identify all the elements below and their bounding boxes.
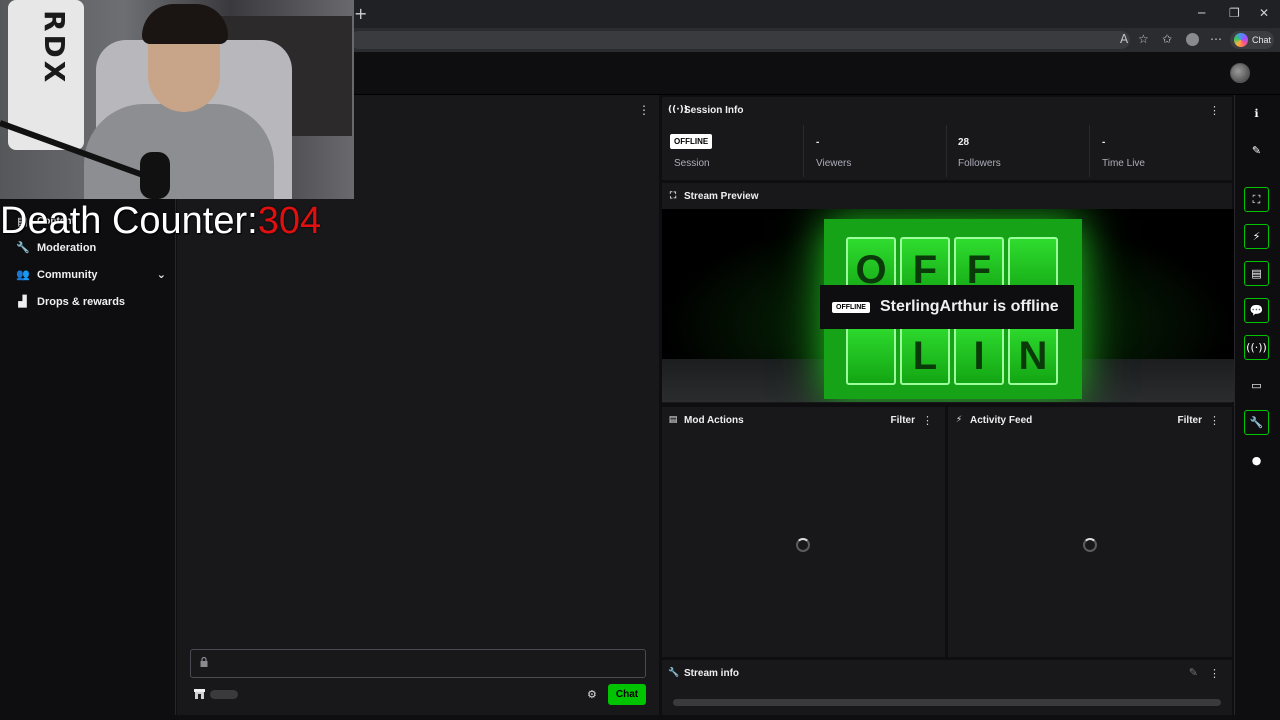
panel-title: Session Info — [684, 104, 744, 116]
mod-actions-panel: ▤ Mod Actions Filter ⋮ — [662, 407, 945, 657]
status-badge: OFFLINE — [670, 134, 713, 149]
panel-title: Stream Preview — [684, 190, 759, 202]
offline-badge: OFFLINE — [832, 301, 870, 313]
followers-stat: 28 Followers — [946, 125, 1089, 177]
loading-spinner-icon — [1083, 538, 1097, 552]
store-icon[interactable] — [194, 688, 205, 699]
profile-icon[interactable] — [1186, 33, 1199, 46]
clip-icon[interactable]: ⛶ — [1244, 187, 1269, 212]
copilot-label: Chat — [1252, 35, 1272, 45]
wrench-icon[interactable]: 🔧 — [1244, 410, 1269, 435]
lightning-icon: ⚡ — [955, 415, 963, 425]
edit-icon[interactable]: ✎ — [1244, 138, 1269, 163]
webcam-person-hair — [142, 4, 228, 44]
new-tab-icon[interactable]: + — [354, 4, 367, 23]
chat-more-icon[interactable]: ⋮ — [638, 103, 650, 117]
activity-feed-filter-button[interactable]: Filter — [1178, 415, 1202, 426]
favorites-list-icon[interactable]: ✩ — [1162, 32, 1172, 46]
offline-message: SterlingArthur is offline — [879, 298, 1059, 315]
microphone — [140, 152, 170, 199]
stream-info-header: 🔧 Stream info — [662, 660, 1232, 686]
bag-logo-text: RDX — [38, 10, 71, 86]
horizontal-scrollbar[interactable] — [673, 699, 1221, 706]
viewers-stat: - Viewers — [804, 125, 947, 177]
read-aloud-icon[interactable]: A — [1120, 32, 1128, 46]
loading-spinner-icon — [796, 538, 810, 552]
stream-info-panel: 🔧 Stream info ✎ ⋮ — [662, 660, 1232, 715]
activity-feed-more-icon[interactable]: ⋮ — [1209, 414, 1220, 427]
document-icon: ▤ — [668, 415, 678, 425]
chat-send-button[interactable]: Chat — [608, 684, 646, 705]
notes-icon[interactable]: ▤ — [1244, 261, 1269, 286]
viewers-label: Viewers — [816, 158, 852, 169]
copilot-chat-button[interactable]: Chat — [1230, 31, 1274, 49]
followers-value: 28 — [958, 137, 970, 148]
broadcast-icon[interactable]: ((·)) — [1244, 335, 1269, 360]
webcam-person-body — [84, 104, 274, 199]
tile — [846, 323, 896, 385]
stream-preview-panel: ⛶ Stream Preview O F F L I N OFFLINE Ste… — [662, 183, 1234, 403]
sidebar-item-drops-rewards[interactable]: ▟ Drops & rewards — [16, 295, 166, 308]
favorite-star-icon[interactable]: ☆ — [1138, 32, 1149, 46]
stream-preview-header: ⛶ Stream Preview — [662, 183, 1232, 209]
minimize-icon[interactable]: ─ — [1198, 6, 1205, 20]
session-stat: OFFLINE Session — [662, 125, 805, 177]
address-bar[interactable] — [350, 31, 1130, 49]
info-icon[interactable]: ℹ — [1244, 101, 1269, 126]
restore-icon[interactable]: ❐ — [1229, 6, 1240, 20]
tile: N — [1008, 323, 1058, 385]
sidebar-item-label: Moderation — [37, 241, 97, 254]
copilot-icon — [1234, 33, 1248, 47]
offline-message-box: OFFLINE SterlingArthur is offline — [820, 285, 1074, 329]
ad-lightning-icon[interactable]: ⚡ — [1244, 224, 1269, 249]
sidebar-item-label: Community — [37, 268, 98, 281]
broadcast-icon: ((·)) — [668, 105, 688, 115]
stream-preview-video[interactable]: O F F L I N OFFLINE SterlingArthur is of… — [662, 209, 1234, 402]
webcam-overlay: RDX — [0, 0, 354, 199]
tile: I — [954, 323, 1004, 385]
mod-actions-filter-button[interactable]: Filter — [891, 415, 915, 426]
session-info-more-icon[interactable]: ⋮ — [1209, 104, 1220, 117]
activity-feed-panel: ⚡ Activity Feed Filter ⋮ — [948, 407, 1232, 657]
death-counter-value: 304 — [257, 200, 322, 242]
death-counter-label: Death Counter: — [0, 200, 258, 242]
people-icon: 👥 — [16, 268, 30, 281]
edit-pencil-icon[interactable]: ✎ — [1189, 666, 1198, 679]
tile: L — [900, 323, 950, 385]
raid-icon[interactable]: ▭ — [1244, 373, 1269, 398]
mod-actions-more-icon[interactable]: ⋮ — [922, 414, 933, 427]
chat-bubble-icon[interactable]: 💬 — [1244, 298, 1269, 323]
chat-input[interactable] — [190, 649, 646, 678]
more-options-icon[interactable]: ⋯ — [1210, 32, 1222, 46]
preview-icon: ⛶ — [669, 191, 677, 201]
chat-settings-icon[interactable]: ⚙ — [587, 688, 597, 701]
panel-title: Mod Actions — [684, 414, 744, 426]
viewers-value: - — [816, 137, 820, 148]
panel-title: Activity Feed — [970, 414, 1033, 426]
sidebar-item-community[interactable]: 👥 Community ⌄ — [16, 268, 166, 281]
followers-label: Followers — [958, 158, 1001, 169]
time-live-value: - — [1102, 137, 1106, 148]
close-window-icon[interactable]: ✕ — [1259, 6, 1269, 20]
time-live-label: Time Live — [1102, 158, 1145, 169]
session-info-panel: ((·)) Session Info ⋮ OFFLINE Session - V… — [662, 97, 1232, 180]
user-avatar[interactable] — [1230, 63, 1250, 83]
sidebar-item-label: Drops & rewards — [37, 295, 126, 308]
time-live-stat: - Time Live — [1090, 125, 1233, 177]
wrench-icon: 🔧 — [668, 668, 680, 678]
panel-title: Stream info — [684, 667, 740, 679]
stream-info-more-icon[interactable]: ⋮ — [1209, 667, 1220, 680]
extensions-icon[interactable]: ● — [1244, 448, 1269, 473]
lock-icon — [200, 657, 208, 667]
gift-icon: ▟ — [18, 295, 27, 308]
session-info-header: ((·)) Session Info — [662, 97, 1232, 123]
death-counter-overlay: Death Counter: 304 — [0, 199, 321, 243]
chevron-down-icon: ⌄ — [156, 268, 166, 281]
channel-points-indicator[interactable] — [210, 690, 238, 699]
session-label: Session — [674, 158, 710, 169]
